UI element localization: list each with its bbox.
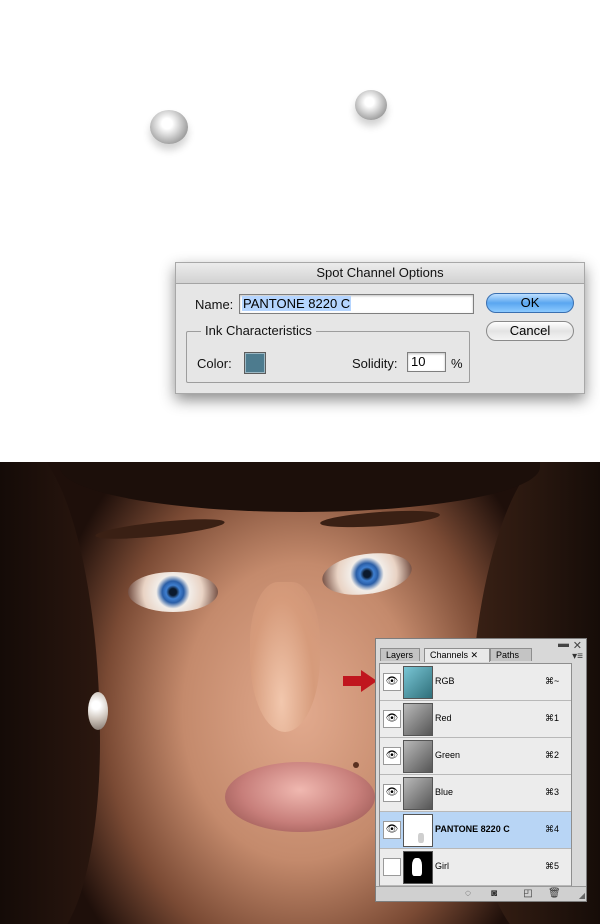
channels-list: 👁 RGB ⌘~ 👁 Red ⌘1 👁 Green ⌘2 👁 Blue ⌘3 👁… [379, 663, 572, 887]
hair [60, 462, 540, 512]
channel-shortcut: ⌘~ [545, 676, 560, 686]
tab-channels-label: Channels [430, 650, 469, 660]
channel-name: Red [435, 713, 452, 723]
name-label: Name: [195, 297, 234, 312]
percent-label: % [451, 356, 463, 371]
pearl-earring [88, 692, 108, 730]
channel-shortcut: ⌘2 [545, 750, 560, 760]
channel-thumbnail [403, 703, 433, 736]
name-input-value[interactable]: PANTONE 8220 C [242, 296, 352, 311]
nose [250, 582, 320, 732]
new-channel-icon[interactable]: ◰ [522, 888, 534, 899]
channel-row-blue[interactable]: 👁 Blue ⌘3 [380, 775, 571, 812]
solidity-input[interactable]: 10 [407, 352, 446, 372]
name-input[interactable]: PANTONE 8220 C [239, 294, 474, 314]
eye [128, 572, 218, 612]
channel-row-green[interactable]: 👁 Green ⌘2 [380, 738, 571, 775]
channel-thumbnail [403, 740, 433, 773]
channel-thumbnail [403, 851, 433, 884]
channel-row-pantone[interactable]: 👁 PANTONE 8220 C ⌘4 [380, 812, 571, 849]
ink-characteristics-legend: Ink Characteristics [201, 323, 316, 338]
load-selection-icon[interactable]: ◌ [462, 888, 474, 899]
channel-name: Girl [435, 861, 449, 871]
red-arrow-icon [343, 670, 377, 692]
trash-icon[interactable]: 🗑 [548, 888, 561, 899]
ok-button[interactable]: OK [486, 293, 574, 313]
tab-channels[interactable]: Channels ✕ [424, 648, 490, 662]
arrow-shape [343, 670, 377, 692]
channel-row-red[interactable]: 👁 Red ⌘1 [380, 701, 571, 738]
dialog-title: Spot Channel Options [176, 263, 584, 284]
channel-row-rgb[interactable]: 👁 RGB ⌘~ [380, 664, 571, 701]
channel-shortcut: ⌘5 [545, 861, 560, 871]
channel-name: RGB [435, 676, 455, 686]
lips [225, 762, 375, 832]
tab-layers[interactable]: Layers [380, 648, 420, 661]
cancel-button[interactable]: Cancel [486, 321, 574, 341]
save-selection-icon[interactable]: ◙ [488, 888, 500, 899]
pearl-image [150, 110, 188, 144]
channel-thumbnail [403, 814, 433, 847]
resize-grip-icon[interactable]: ◢ [579, 891, 585, 900]
tab-paths[interactable]: Paths [490, 648, 532, 661]
tab-close-icon[interactable]: ✕ [471, 650, 479, 660]
visibility-eye-icon[interactable]: 👁 [383, 821, 401, 839]
color-swatch[interactable] [244, 352, 266, 374]
pearl-image [355, 90, 387, 120]
eyebrow [94, 515, 226, 543]
spot-channel-options-dialog: Spot Channel Options Name: PANTONE 8220 … [175, 262, 585, 394]
channel-row-girl[interactable]: Girl ⌘5 [380, 849, 571, 886]
channel-shortcut: ⌘3 [545, 787, 560, 797]
channel-thumbnail [403, 666, 433, 699]
visibility-eye-icon[interactable]: 👁 [383, 710, 401, 728]
visibility-eye-icon[interactable]: 👁 [383, 784, 401, 802]
channel-thumbnail [403, 777, 433, 810]
visibility-eye-icon[interactable]: 👁 [383, 747, 401, 765]
solidity-label: Solidity: [352, 356, 398, 371]
mole [353, 762, 359, 768]
panel-footer: ◌ ◙ ◰ 🗑 ◢ [376, 886, 586, 901]
channels-panel: ▬ ✕ Layers Channels ✕ Paths ▾≡ 👁 RGB ⌘~ … [375, 638, 587, 902]
channel-shortcut: ⌘4 [545, 824, 560, 834]
panel-menu-icon[interactable]: ▾≡ [572, 651, 583, 662]
channel-shortcut: ⌘1 [545, 713, 560, 723]
hair [0, 462, 100, 924]
visibility-eye-icon[interactable]: 👁 [383, 673, 401, 691]
color-label: Color: [197, 356, 232, 371]
collapse-icon[interactable]: ▬ [558, 638, 569, 650]
eye [319, 547, 415, 601]
channel-name: Green [435, 750, 461, 760]
visibility-toggle[interactable] [383, 858, 401, 876]
channel-name: PANTONE 8220 C [435, 824, 510, 834]
channel-name: Blue [435, 787, 454, 797]
